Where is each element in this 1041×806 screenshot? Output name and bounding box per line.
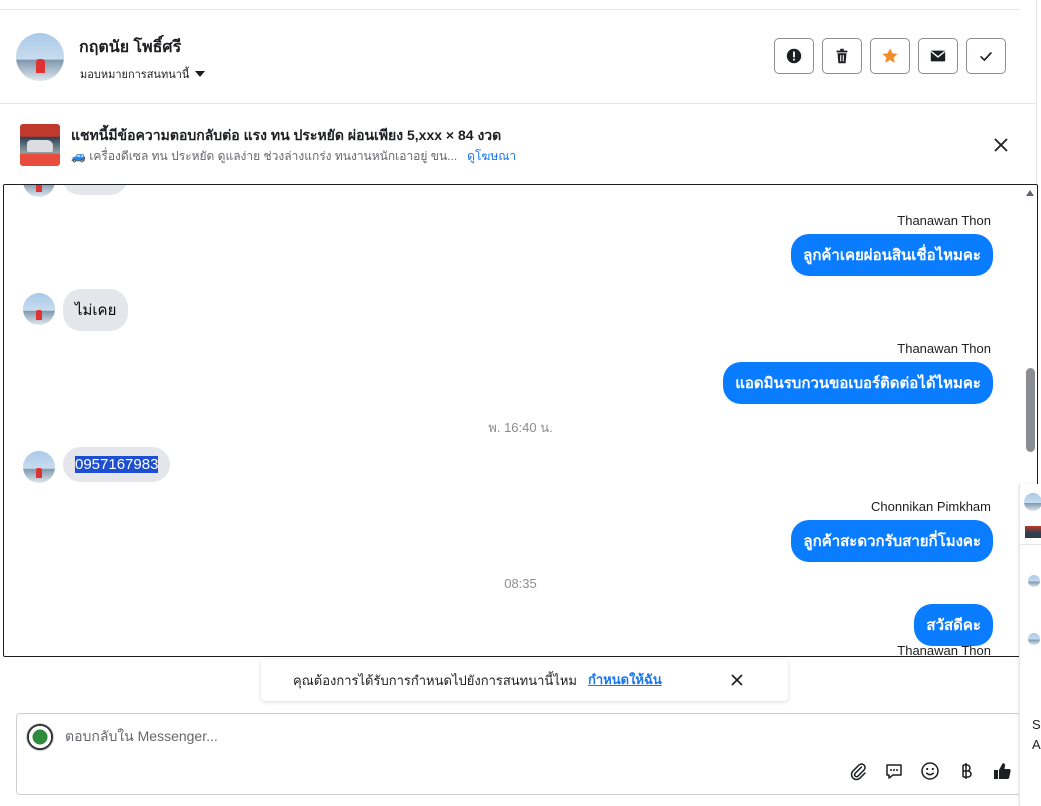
ad-subtitle-row: 🚙 เครื่องดีเซล ทน ประหยัด ดูแลง่าย ช่วงล… (71, 147, 516, 166)
contact-avatar-small (23, 293, 55, 325)
close-reminder-button[interactable] (727, 670, 747, 690)
close-ad-button[interactable] (990, 134, 1012, 156)
assign-reminder: คุณต้องการได้รับการกำหนดไปยังการสนทนานี้… (261, 659, 788, 701)
caret-down-icon (195, 71, 206, 77)
emoji-button[interactable] (919, 760, 941, 782)
top-strip (0, 0, 1020, 10)
attach-button[interactable] (847, 760, 869, 782)
side-avatar[interactable] (1028, 575, 1040, 587)
star-icon (882, 48, 898, 63)
chat-bubble-icon (886, 764, 902, 779)
clipped-message (62, 185, 128, 195)
like-button[interactable] (991, 760, 1013, 782)
thumbs-up-icon (994, 763, 1011, 780)
ad-subtitle: 🚙 เครื่องดีเซล ทน ประหยัด ดูแลง่าย ช่วงล… (71, 149, 458, 163)
side-text-a: A (1032, 737, 1041, 752)
trash-icon (836, 48, 848, 64)
message-sender: Chonnikan Pimkham (871, 499, 991, 514)
page-avatar (26, 723, 54, 751)
ad-banner: แชทนี้มีข้อความตอบกลับต่อ แรง ทน ประหยัด… (0, 104, 1036, 184)
report-button[interactable] (774, 38, 814, 74)
message-timestamp: พ. 16:40 น. (488, 420, 553, 435)
header-actions (774, 38, 1006, 74)
view-ad-link[interactable]: ดูโฆษณา (467, 147, 516, 166)
contact-avatar-small (23, 185, 55, 197)
incoming-message[interactable]: ไม่เคย (63, 289, 129, 331)
outgoing-message[interactable]: ลูกค้าสะดวกรับสายกี่โมงคะ (791, 520, 993, 562)
assign-conversation-dropdown[interactable]: มอบหมายการสนทนานี้ (80, 65, 206, 83)
emoji-icon (921, 762, 939, 780)
scrollbar-thumb[interactable] (1026, 368, 1035, 452)
message-sender: Thanawan Thon (897, 643, 991, 657)
side-avatar[interactable] (1028, 633, 1040, 645)
message-sender: Thanawan Thon (897, 213, 991, 228)
reminder-text: คุณต้องการได้รับการกำหนดไปยังการสนทนานี้… (293, 673, 577, 688)
side-avatar[interactable] (1024, 493, 1041, 511)
assign-to-me-link[interactable]: กำหนดให้ฉัน (588, 669, 662, 690)
contact-avatar[interactable] (16, 33, 64, 81)
payment-button[interactable] (955, 760, 977, 782)
side-ad-thumbnail (1025, 526, 1041, 538)
outgoing-message[interactable]: สวัสดีคะ (914, 604, 993, 646)
composer-tools (847, 760, 1013, 782)
side-panel: S A (1019, 484, 1041, 806)
star-button[interactable] (870, 38, 910, 74)
contact-name[interactable]: กฤตนัย โพธิ์ศรี (79, 35, 181, 60)
ad-thumbnail[interactable] (20, 124, 60, 166)
delete-button[interactable] (822, 38, 862, 74)
saved-replies-button[interactable] (883, 760, 905, 782)
contact-avatar-small (23, 451, 55, 483)
outgoing-message[interactable]: ลูกค้าเคยผ่อนสินเชื่อไหมคะ (791, 234, 993, 276)
outgoing-message[interactable]: แอดมินรบกวนขอเบอร์ติดต่อได้ไหมคะ (723, 362, 993, 404)
reply-input[interactable] (65, 728, 765, 744)
envelope-icon (930, 50, 946, 62)
alert-icon (786, 48, 802, 64)
mark-unread-button[interactable] (918, 38, 958, 74)
baht-icon (962, 763, 972, 779)
scroll-up-arrow-icon[interactable] (1026, 190, 1034, 196)
close-icon (731, 674, 743, 686)
message-sender: Thanawan Thon (897, 341, 991, 356)
ad-title: แชทนี้มีข้อความตอบกลับต่อ แรง ทน ประหยัด… (71, 127, 502, 143)
mark-done-button[interactable] (966, 38, 1006, 74)
divider (1020, 544, 1041, 545)
close-icon (994, 138, 1008, 152)
message-composer (16, 713, 1021, 795)
check-icon (980, 51, 992, 62)
message-thread[interactable]: Thanawan Thon ลูกค้าเคยผ่อนสินเชื่อไหมคะ… (3, 184, 1038, 657)
assign-label: มอบหมายการสนทนานี้ (80, 69, 190, 81)
message-timestamp: 08:35 (504, 576, 537, 591)
selected-phone-number[interactable]: 0957167983 (75, 456, 159, 473)
incoming-message[interactable]: 0957167983 (63, 447, 171, 482)
side-text-s: S (1032, 717, 1041, 732)
conversation-header: กฤตนัย โพธิ์ศรี มอบหมายการสนทนานี้ (0, 10, 1036, 104)
paperclip-icon (850, 763, 866, 781)
